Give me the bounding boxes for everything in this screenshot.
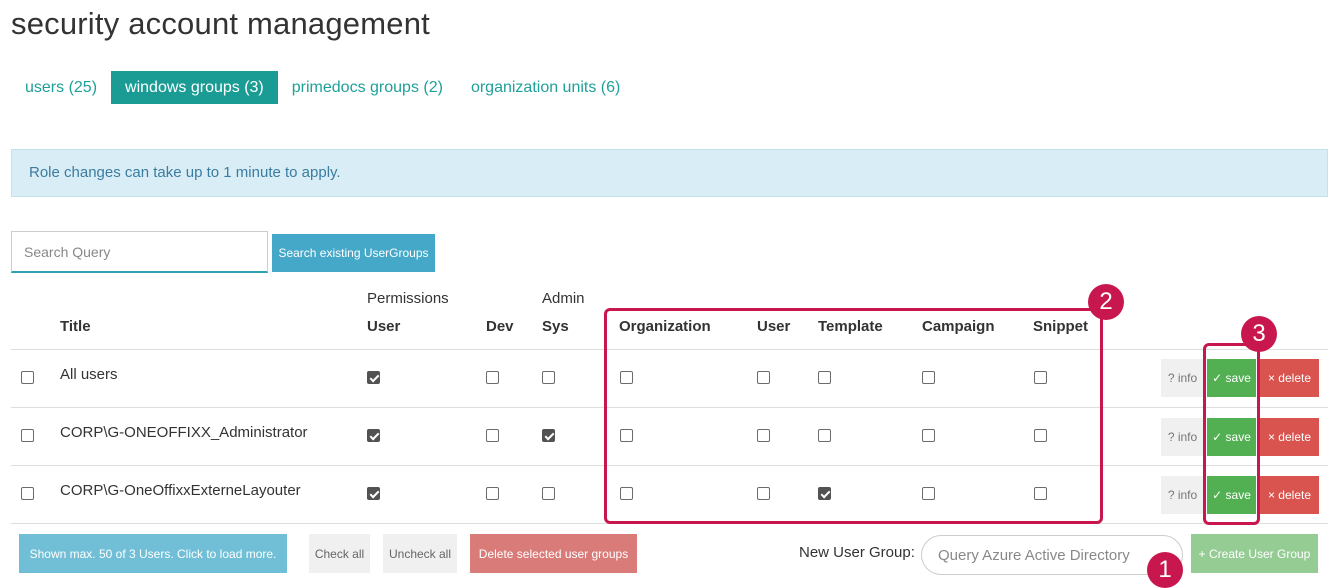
search-input[interactable] bbox=[11, 231, 268, 273]
header-dev: Dev bbox=[486, 318, 514, 335]
checkbox-dev[interactable] bbox=[486, 429, 499, 442]
checkbox-dev[interactable] bbox=[486, 487, 499, 500]
create-user-group-button[interactable]: + Create User Group bbox=[1191, 534, 1318, 573]
load-more-button[interactable]: Shown max. 50 of 3 Users. Click to load … bbox=[19, 534, 287, 573]
tab-users[interactable]: users (25) bbox=[11, 71, 111, 104]
delete-button[interactable]: × delete bbox=[1260, 359, 1319, 397]
header-group-admin: Admin bbox=[542, 290, 585, 307]
header-sys: Sys bbox=[542, 318, 569, 335]
delete-selected-button[interactable]: Delete selected user groups bbox=[470, 534, 637, 573]
info-button[interactable]: ? info bbox=[1161, 359, 1204, 397]
new-user-group-label: New User Group: bbox=[799, 544, 915, 561]
delete-button[interactable]: × delete bbox=[1260, 418, 1319, 456]
row-title: All users bbox=[60, 366, 118, 383]
tab-bar: users (25) windows groups (3) primedocs … bbox=[11, 71, 634, 104]
check-all-button[interactable]: Check all bbox=[309, 534, 370, 573]
checkbox-user[interactable] bbox=[367, 487, 380, 500]
annotation-marker-1: 1 bbox=[1147, 552, 1183, 588]
checkbox-user[interactable] bbox=[367, 429, 380, 442]
uncheck-all-button[interactable]: Uncheck all bbox=[383, 534, 457, 573]
row-select-checkbox[interactable] bbox=[21, 429, 34, 442]
delete-button[interactable]: × delete bbox=[1260, 476, 1319, 514]
checkbox-sys[interactable] bbox=[542, 487, 555, 500]
info-button[interactable]: ? info bbox=[1161, 476, 1204, 514]
tab-primedocs-groups[interactable]: primedocs groups (2) bbox=[278, 71, 457, 104]
row-title: CORP\G-OneOffixxExterneLayouter bbox=[60, 482, 301, 499]
tab-organization-units[interactable]: organization units (6) bbox=[457, 71, 634, 104]
tab-windows-groups[interactable]: windows groups (3) bbox=[111, 71, 278, 104]
row-select-checkbox[interactable] bbox=[21, 487, 34, 500]
annotation-marker-3: 3 bbox=[1241, 316, 1277, 352]
annotation-box-admin-columns bbox=[604, 308, 1103, 524]
search-usergroups-button[interactable]: Search existing UserGroups bbox=[272, 234, 435, 272]
checkbox-sys[interactable] bbox=[542, 371, 555, 384]
annotation-box-save-column bbox=[1203, 343, 1260, 525]
header-group-permissions: Permissions bbox=[367, 290, 449, 307]
info-button[interactable]: ? info bbox=[1161, 418, 1204, 456]
info-alert: Role changes can take up to 1 minute to … bbox=[11, 149, 1328, 197]
header-user: User bbox=[367, 318, 401, 335]
checkbox-dev[interactable] bbox=[486, 371, 499, 384]
azure-query-input[interactable] bbox=[921, 535, 1183, 575]
row-select-checkbox[interactable] bbox=[21, 371, 34, 384]
checkbox-user[interactable] bbox=[367, 371, 380, 384]
page-title: security account management bbox=[11, 6, 430, 41]
annotation-marker-2: 2 bbox=[1088, 284, 1124, 320]
checkbox-sys[interactable] bbox=[542, 429, 555, 442]
header-title: Title bbox=[60, 318, 91, 335]
row-title: CORP\G-ONEOFFIXX_Administrator bbox=[60, 424, 308, 441]
